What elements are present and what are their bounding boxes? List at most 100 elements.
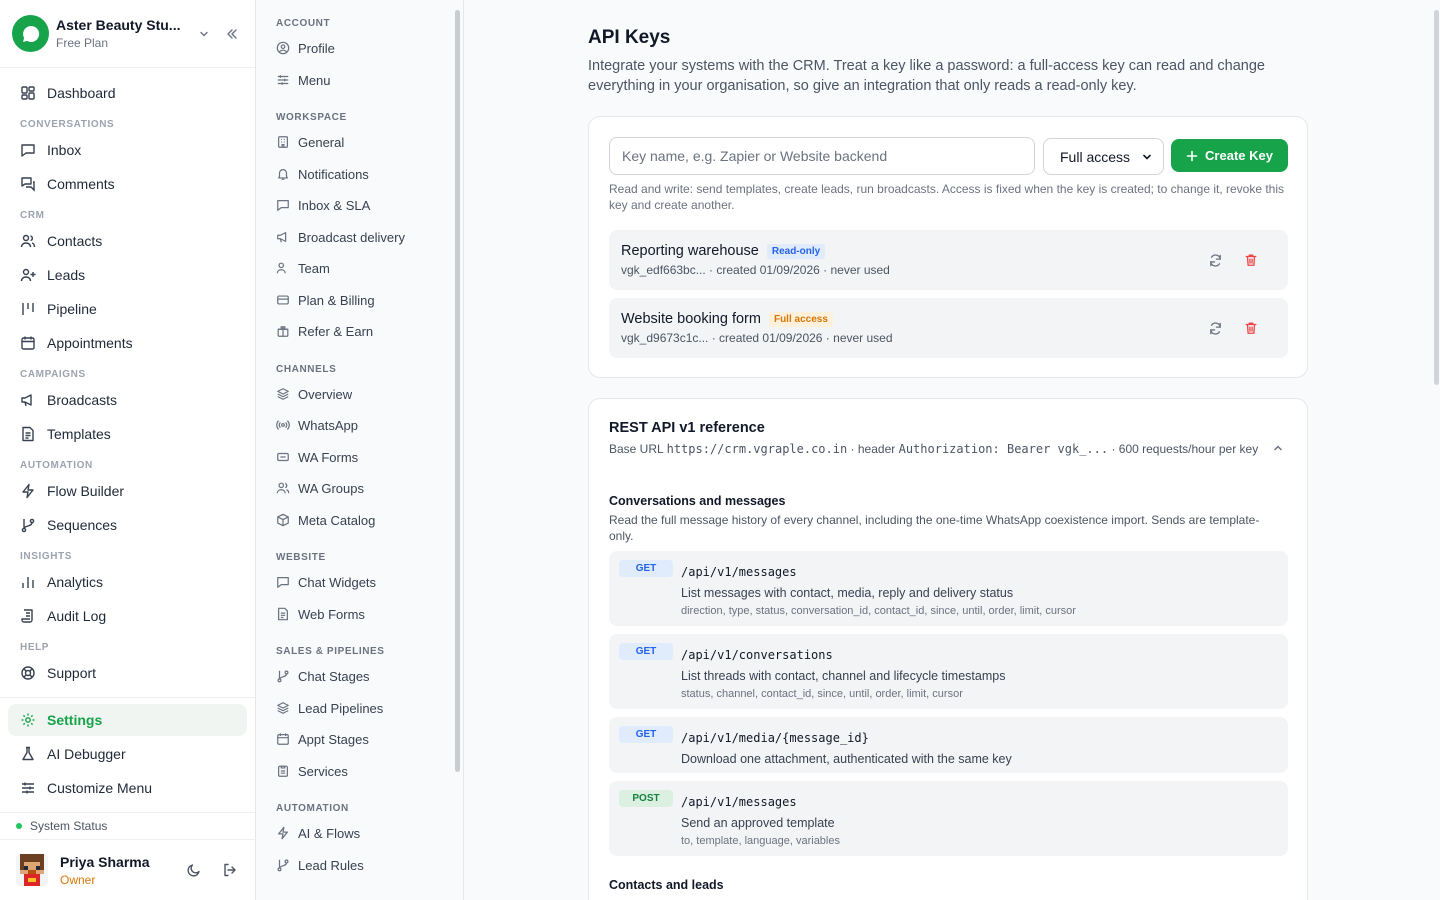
dashboard-icon (21, 86, 35, 100)
collapse-sidebar-icon[interactable] (221, 23, 243, 45)
package-icon (277, 513, 289, 527)
subnav-inbox-sla[interactable]: Inbox & SLA (264, 191, 452, 219)
rotate-key-icon[interactable] (1206, 319, 1224, 337)
subnav-section-account: ACCOUNT (276, 18, 331, 29)
radio-icon (276, 420, 290, 430)
avatar[interactable] (16, 854, 48, 886)
users-icon (276, 262, 286, 274)
endpoint-row[interactable]: POST /api/v1/messages Send an approved t… (609, 781, 1288, 856)
system-status[interactable]: System Status (0, 812, 256, 840)
endpoint-description: Download one attachment, authenticated w… (681, 752, 1012, 766)
reference-base-info: Base URL https://crm.vgraple.co.in · hea… (609, 441, 1259, 457)
subnav-chat-stages[interactable]: Chat Stages (264, 662, 452, 690)
nav-sequences[interactable]: Sequences (8, 509, 247, 541)
sliders-icon (277, 75, 289, 85)
nav-settings[interactable]: Settings (8, 704, 247, 736)
endpoint-row[interactable]: GET /api/v1/messages List messages with … (609, 551, 1288, 626)
trash-icon[interactable] (1242, 319, 1260, 337)
rate-limit: · 600 requests/hour per key (1108, 442, 1259, 456)
moon-icon[interactable] (184, 860, 204, 880)
page-title: API Keys (588, 27, 671, 48)
subnav-menu[interactable]: Menu (264, 66, 452, 94)
subnav-appt-stages[interactable]: Appt Stages (264, 725, 452, 753)
subnav-scrollbar[interactable] (455, 10, 460, 772)
nav-dashboard[interactable]: Dashboard (8, 77, 247, 109)
nav-leads-label: Leads (47, 267, 86, 283)
nav-ai-debugger[interactable]: AI Debugger (8, 738, 247, 770)
nav-analytics-label: Analytics (47, 574, 104, 590)
subnav-meta-catalog[interactable]: Meta Catalog (264, 506, 452, 534)
subnav-team-label: Team (298, 260, 330, 276)
endpoint-row[interactable]: GET /api/v1/conversations List threads w… (609, 634, 1288, 709)
nav-dashboard-label: Dashboard (47, 85, 116, 101)
workspace-switcher[interactable]: Aster Beauty Stu... Free Plan (0, 0, 255, 68)
nav-contacts[interactable]: Contacts (8, 225, 247, 257)
nav-broadcasts[interactable]: Broadcasts (8, 384, 247, 416)
subnav-section-automation: AUTOMATION (276, 803, 349, 814)
endpoint-row[interactable]: GET /api/v1/media/{message_id} Download … (609, 717, 1288, 773)
create-key-label: Create Key (1205, 148, 1273, 163)
chevron-down-icon[interactable] (193, 23, 215, 45)
base-url: https://crm.vgraple.co.in (666, 442, 848, 456)
nav-customize-menu[interactable]: Customize Menu (8, 772, 247, 804)
nav-audit-log[interactable]: Audit Log (8, 600, 247, 632)
access-level-select[interactable]: Full access (1043, 138, 1164, 175)
sidebar-divider (0, 697, 256, 698)
subnav-general[interactable]: General (264, 128, 452, 156)
key-meta: vgk_d9673c1c... · created 01/09/2026 · n… (621, 331, 893, 345)
nav-pipeline[interactable]: Pipeline (8, 293, 247, 325)
nav-analytics[interactable]: Analytics (8, 566, 247, 598)
calendar-icon (277, 733, 289, 745)
subnav-wa-groups[interactable]: WA Groups (264, 474, 452, 502)
subnav-whatsapp[interactable]: WhatsApp (264, 411, 452, 439)
subnav-notifications[interactable]: Notifications (264, 160, 452, 188)
key-name-input[interactable] (609, 137, 1035, 175)
user-role: Owner (60, 872, 96, 887)
nav-appointments[interactable]: Appointments (8, 327, 247, 359)
section-help: HELP (20, 642, 50, 653)
subnav-lead-rules[interactable]: Lead Rules (264, 851, 452, 879)
nav-templates[interactable]: Templates (8, 418, 247, 450)
subnav-broadcast-delivery[interactable]: Broadcast delivery (264, 223, 452, 251)
workspace-name: Aster Beauty Stu... (56, 17, 181, 33)
subnav-services[interactable]: Services (264, 757, 452, 785)
bar-chart-icon (22, 577, 34, 588)
subnav-general-label: General (298, 134, 345, 150)
subnav-refer-earn[interactable]: Refer & Earn (264, 317, 452, 345)
subnav-team[interactable]: Team (264, 254, 452, 282)
logout-icon[interactable] (220, 860, 240, 880)
subnav-wa-forms[interactable]: WA Forms (264, 443, 452, 471)
nav-ai-debugger-label: AI Debugger (47, 746, 126, 762)
nav-comments[interactable]: Comments (8, 168, 247, 200)
rotate-key-icon[interactable] (1206, 251, 1224, 269)
nav-leads[interactable]: Leads (8, 259, 247, 291)
nav-flow-builder[interactable]: Flow Builder (8, 475, 247, 507)
message-square-icon (277, 577, 289, 588)
subnav-web-forms[interactable]: Web Forms (264, 600, 452, 628)
git-branch-icon (21, 518, 35, 533)
status-dot (16, 823, 22, 829)
nav-support[interactable]: Support (8, 657, 247, 689)
access-badge: Read-only (766, 243, 826, 259)
trash-icon[interactable] (1242, 251, 1260, 269)
subnav-refer-earn-label: Refer & Earn (298, 323, 374, 339)
nav-flow-builder-label: Flow Builder (47, 483, 125, 499)
endpoint-path: /api/v1/messages (681, 565, 797, 579)
subnav-overview[interactable]: Overview (264, 380, 452, 408)
users-icon (276, 482, 290, 494)
create-key-button[interactable]: Create Key (1171, 139, 1288, 172)
nav-inbox-label: Inbox (47, 142, 82, 158)
main-scrollbar[interactable] (1434, 10, 1439, 385)
subnav-plan-billing[interactable]: Plan & Billing (264, 286, 452, 314)
file-text-icon (278, 607, 288, 621)
flask-icon (22, 746, 34, 761)
subnav-lead-pipelines[interactable]: Lead Pipelines (264, 694, 452, 722)
nav-inbox[interactable]: Inbox (8, 134, 247, 166)
subnav-profile[interactable]: Profile (264, 34, 452, 62)
subnav-ai-flows[interactable]: AI & Flows (264, 819, 452, 847)
chevron-up-icon[interactable] (1269, 439, 1287, 457)
access-level-value: Full access (1060, 148, 1131, 165)
nav-templates-label: Templates (47, 426, 111, 442)
key-meta: vgk_edf663bc... · created 01/09/2026 · n… (621, 263, 890, 277)
subnav-chat-widgets[interactable]: Chat Widgets (264, 568, 452, 596)
